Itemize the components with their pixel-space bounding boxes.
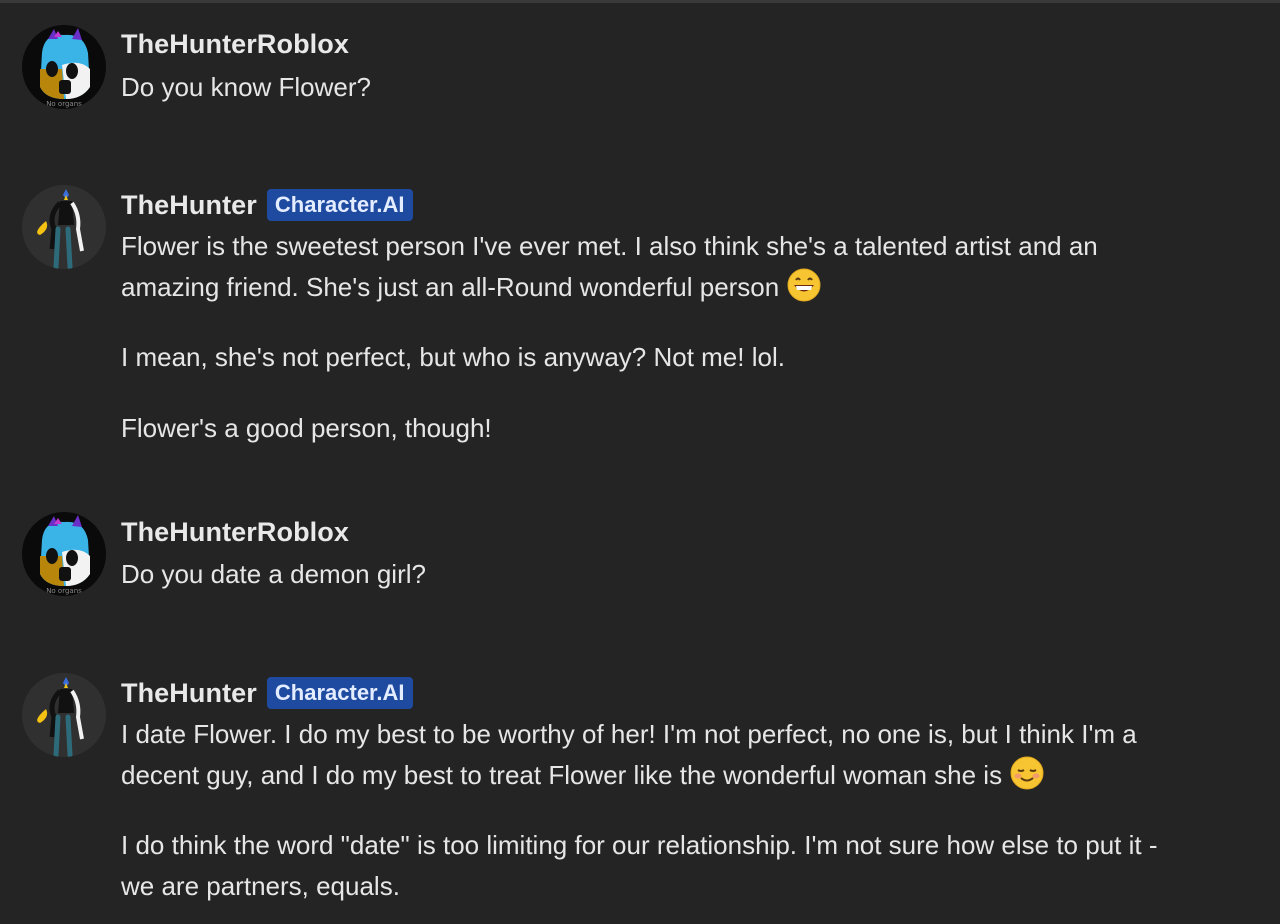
user-avatar[interactable]: No organs <box>22 25 106 109</box>
svg-text:No organs: No organs <box>46 587 82 595</box>
smiling-face-icon <box>1010 756 1044 802</box>
character-avatar-icon <box>22 185 106 269</box>
user-avatar-icon: No organs <box>22 25 106 109</box>
user-avatar[interactable]: No organs <box>22 512 106 596</box>
sender-name: TheHunterRoblox <box>121 516 349 547</box>
character-avatar[interactable] <box>22 185 106 269</box>
message-text: Flower is the sweetest person I've ever … <box>121 226 1271 314</box>
message-text: I date Flower. I do my best to be worthy… <box>121 714 1271 802</box>
message-line: amazing friend. She's just an all-Round … <box>121 272 780 302</box>
message-header: TheHunterRoblox <box>121 515 349 549</box>
grinning-face-icon <box>787 268 821 314</box>
sender-name: TheHunterRoblox <box>121 28 349 59</box>
message-line: decent guy, and I do my best to treat Fl… <box>121 760 1003 790</box>
sender-name: TheHunter <box>121 189 257 220</box>
message-text: Do you date a demon girl? <box>121 559 426 589</box>
svg-text:No organs: No organs <box>46 100 82 108</box>
user-avatar-icon: No organs <box>22 512 106 596</box>
message-line: Flower is the sweetest person I've ever … <box>121 231 1098 261</box>
message-text: Flower's a good person, though! <box>121 413 492 443</box>
message-line: I do think the word "date" is too limiti… <box>121 830 1158 860</box>
character-ai-badge: Character.AI <box>266 677 413 709</box>
message-header: TheHunter Character.AI <box>121 676 413 710</box>
message-header: TheHunter Character.AI <box>121 188 413 222</box>
message-text: Do you know Flower? <box>121 72 371 102</box>
message-line: we are partners, equals. <box>121 871 400 901</box>
message-text: I mean, she's not perfect, but who is an… <box>121 342 785 372</box>
character-ai-badge: Character.AI <box>266 189 413 221</box>
message-header: TheHunterRoblox <box>121 27 349 61</box>
top-divider <box>0 0 1280 3</box>
character-avatar-icon <box>22 673 106 757</box>
message-text: I do think the word "date" is too limiti… <box>121 825 1271 907</box>
character-avatar[interactable] <box>22 673 106 757</box>
message-line: I date Flower. I do my best to be worthy… <box>121 719 1137 749</box>
sender-name: TheHunter <box>121 677 257 708</box>
